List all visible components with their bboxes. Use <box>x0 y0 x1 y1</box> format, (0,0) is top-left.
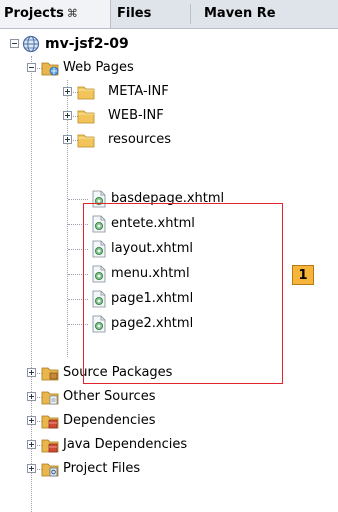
expand-icon[interactable] <box>27 464 36 473</box>
web-pages-folder-icon <box>41 59 59 77</box>
folder-label: WEB-INF <box>108 108 164 123</box>
collapse-icon[interactable] <box>10 39 19 48</box>
tab-projects[interactable]: Projects ⌘ <box>0 0 111 28</box>
expand-icon[interactable] <box>27 392 36 401</box>
java-dependencies-icon <box>41 436 59 454</box>
tree-node-other-sources[interactable]: Other Sources <box>0 385 338 409</box>
tree-node-project[interactable]: mv-jsf2-09 <box>0 32 338 56</box>
close-icon[interactable]: ⌘ <box>67 7 78 20</box>
folder-icon <box>77 83 95 101</box>
tab-files[interactable]: Files <box>117 0 189 28</box>
tree-branch-line <box>68 199 88 200</box>
folder-label: META-INF <box>108 84 169 99</box>
node-label: Dependencies <box>63 413 156 428</box>
other-sources-icon <box>41 388 59 406</box>
expand-icon[interactable] <box>27 416 36 425</box>
expand-icon[interactable] <box>63 87 72 96</box>
tab-divider <box>190 4 191 24</box>
explorer-tab-bar: Projects ⌘ Files Maven Re <box>0 0 338 29</box>
tab-projects-label: Projects <box>4 6 64 21</box>
node-label: Java Dependencies <box>63 437 188 452</box>
expand-icon[interactable] <box>27 368 36 377</box>
node-label: Project Files <box>63 461 141 476</box>
web-pages-label: Web Pages <box>63 60 134 75</box>
tree-node-java-dependencies[interactable]: Java Dependencies <box>0 433 338 457</box>
tree-node-project-files[interactable]: Project Files <box>0 457 338 481</box>
expand-icon[interactable] <box>63 111 72 120</box>
folder-icon <box>77 107 95 125</box>
tree-node-dependencies[interactable]: Dependencies <box>0 409 338 433</box>
folder-label: resources <box>108 132 172 147</box>
tab-maven[interactable]: Maven Re <box>204 0 338 28</box>
tree-node-web-inf[interactable]: WEB-INF <box>0 104 338 128</box>
globe-project-icon <box>22 35 40 53</box>
highlight-box <box>83 203 283 384</box>
node-label: Other Sources <box>63 389 156 404</box>
tree-node-web-pages[interactable]: Web Pages <box>0 56 338 80</box>
dependencies-icon <box>41 412 59 430</box>
project-tree: mv-jsf2-09 Web Pages META-INF WEB-INF re… <box>0 28 338 512</box>
source-packages-icon <box>41 364 59 382</box>
annotation-badge: 1 <box>292 265 314 285</box>
tab-files-label: Files <box>117 6 152 21</box>
folder-icon <box>77 131 95 149</box>
tree-node-resources[interactable]: resources <box>0 128 338 152</box>
expand-icon[interactable] <box>27 440 36 449</box>
tree-node-meta-inf[interactable]: META-INF <box>0 80 338 104</box>
tab-maven-label: Maven Re <box>204 6 276 21</box>
project-name: mv-jsf2-09 <box>45 36 129 52</box>
collapse-icon[interactable] <box>27 63 36 72</box>
project-files-icon <box>41 460 59 478</box>
expand-icon[interactable] <box>63 135 72 144</box>
